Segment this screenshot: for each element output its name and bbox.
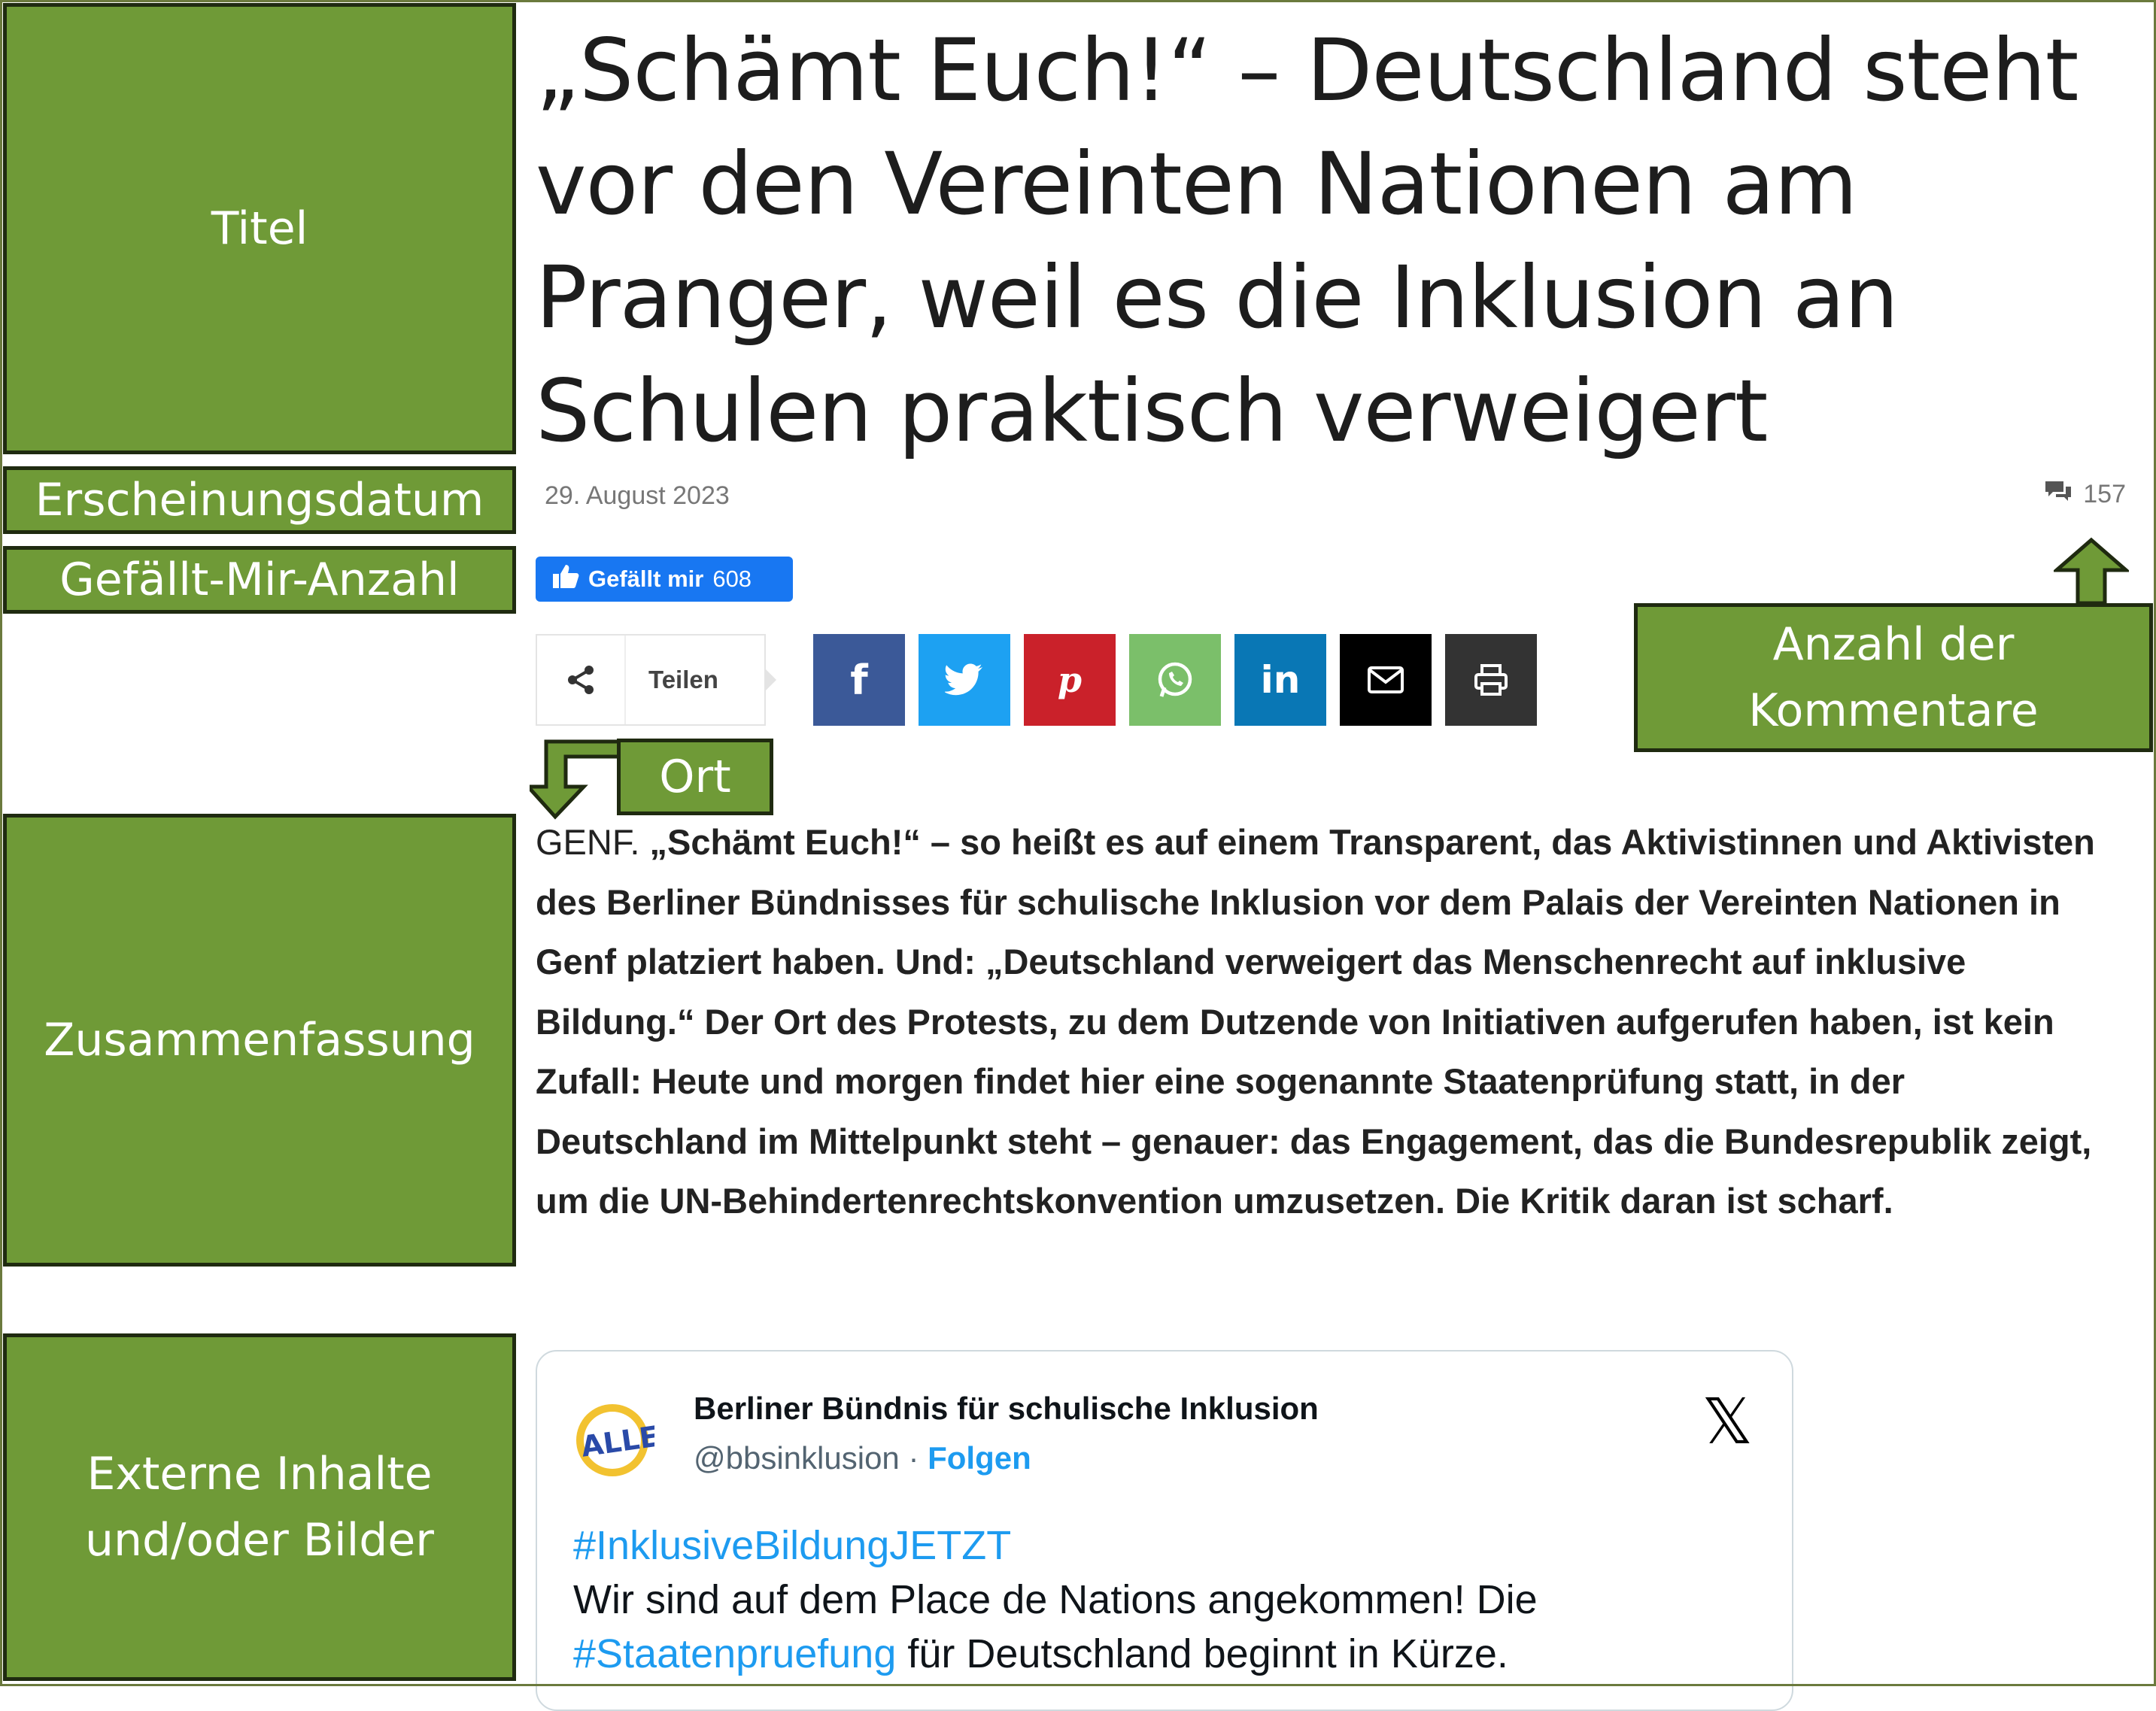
- alle-logo-icon: ALLE: [576, 1404, 654, 1476]
- lead-text: „Schämt Euch!“ – so heißt es auf einem T…: [536, 822, 2095, 1221]
- comments-icon: [2044, 480, 2072, 509]
- comment-count-value: 157: [2083, 480, 2126, 508]
- pinterest-icon: p: [1057, 660, 1083, 700]
- article-title: „Schämt Euch!“ – Deutschland steht vor d…: [536, 20, 2079, 461]
- thumbs-up-icon: [552, 563, 579, 595]
- location-label: GENF.: [536, 822, 640, 862]
- printer-icon: [1474, 664, 1508, 696]
- like-button[interactable]: Gefällt mir 608: [536, 557, 793, 602]
- comment-count[interactable]: 157: [2044, 480, 2126, 509]
- tweet-author[interactable]: Berliner Bündnis für schulische Inklusio…: [694, 1391, 1319, 1427]
- publish-date: 29. August 2023: [545, 481, 730, 510]
- tweet-body: #InklusiveBildungJETZT Wir sind auf dem …: [573, 1518, 1747, 1681]
- envelope-icon: [1368, 666, 1404, 693]
- annotation-erscheinungsdatum: Erscheinungsdatum: [3, 466, 516, 534]
- article-lead: GENF. „Schämt Euch!“ – so heißt es auf e…: [536, 812, 2123, 1231]
- x-logo-icon[interactable]: 𝕏: [1702, 1385, 1753, 1458]
- share-button[interactable]: Teilen: [536, 634, 766, 726]
- facebook-share-button[interactable]: f: [813, 634, 905, 726]
- tweet-separator: ·: [908, 1440, 919, 1476]
- tweet-handle-row: @bbsinklusion · Folgen: [694, 1440, 1031, 1476]
- whatsapp-icon: [1158, 662, 1192, 697]
- print-button[interactable]: [1445, 634, 1537, 726]
- tweet-text-line2: für Deutschland beginnt in Kürze.: [896, 1631, 1508, 1676]
- linkedin-share-button[interactable]: in: [1234, 634, 1326, 726]
- share-icon: [537, 636, 626, 724]
- tweet-handle[interactable]: @bbsinklusion: [694, 1440, 900, 1476]
- annotation-zusammenfassung: Zusammenfassung: [3, 814, 516, 1267]
- like-count: 608: [712, 566, 752, 592]
- avatar[interactable]: ALLE: [570, 1398, 654, 1482]
- linkedin-icon: in: [1260, 658, 1301, 702]
- hashtag-link[interactable]: #InklusiveBildungJETZT: [573, 1523, 1011, 1568]
- twitter-share-button[interactable]: [919, 634, 1010, 726]
- annotation-kommentare: Anzahl der Kommentare: [1634, 603, 2153, 752]
- follow-link[interactable]: Folgen: [928, 1440, 1031, 1476]
- annotation-ort: Ort: [617, 739, 773, 815]
- annotation-titel: Titel: [3, 3, 516, 454]
- whatsapp-share-button[interactable]: [1129, 634, 1221, 726]
- embedded-tweet[interactable]: ALLE Berliner Bündnis für schulische Ink…: [536, 1350, 1793, 1711]
- pinterest-share-button[interactable]: p: [1024, 634, 1116, 726]
- ort-arrow-icon: [530, 739, 622, 820]
- email-share-button[interactable]: [1340, 634, 1432, 726]
- twitter-icon: [945, 663, 982, 696]
- tweet-text-line1: Wir sind auf dem Place de Nations angeko…: [573, 1577, 1538, 1622]
- hashtag-link[interactable]: #Staatenpruefung: [573, 1631, 896, 1676]
- facebook-icon: f: [850, 656, 868, 704]
- share-pointer: [764, 668, 776, 692]
- annotation-gefaellt-mir: Gefällt-Mir-Anzahl: [3, 546, 516, 614]
- kommentare-arrow-icon: [2054, 537, 2129, 605]
- like-label: Gefällt mir: [588, 566, 704, 592]
- annotation-externe-inhalte: Externe Inhalte und/oder Bilder: [3, 1333, 516, 1681]
- share-label: Teilen: [648, 666, 718, 693]
